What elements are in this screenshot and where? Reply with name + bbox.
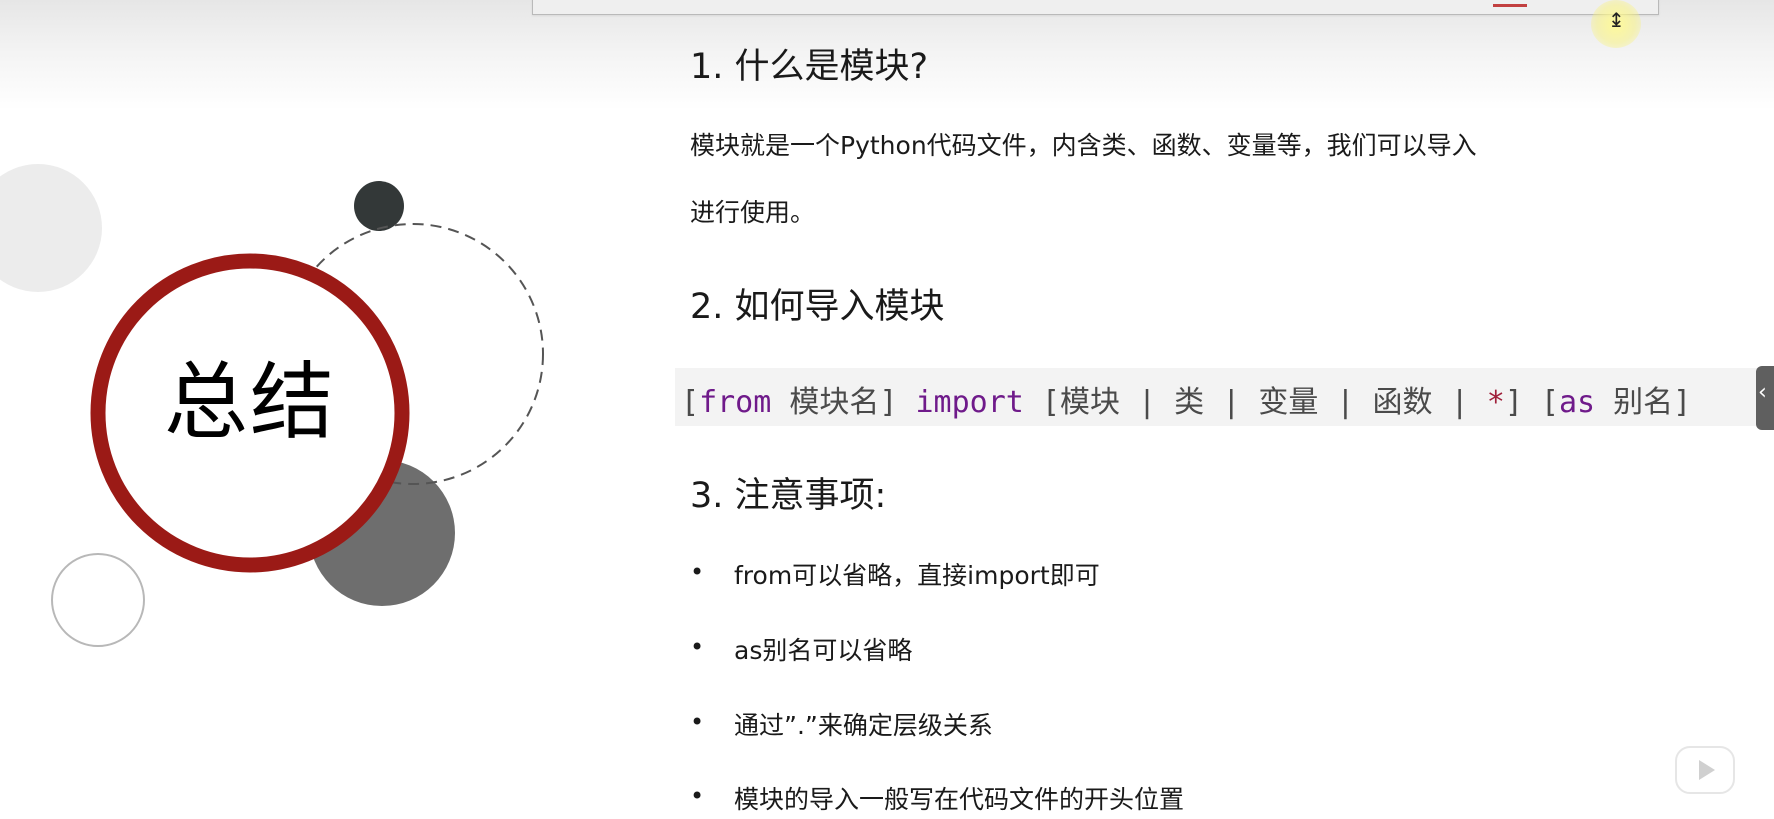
- light-gray-circle: [0, 164, 102, 292]
- outline-circle: [51, 553, 145, 647]
- code-star: *: [1486, 385, 1505, 420]
- bullet: •: [690, 633, 705, 661]
- video-play-icon[interactable]: [1672, 733, 1738, 797]
- code-options-close: ] [: [1504, 385, 1559, 420]
- note-text: 模块的导入一般写在代码文件的开头位置: [734, 785, 1185, 814]
- dark-dot: [354, 181, 404, 231]
- code-keyword-import: import: [915, 385, 1024, 420]
- chevron-left-icon[interactable]: ‹: [1758, 382, 1767, 404]
- bullet: •: [690, 708, 705, 736]
- code-bracket-open: [: [681, 385, 700, 420]
- code-keyword-as: as: [1559, 385, 1596, 420]
- bullet: •: [690, 782, 705, 810]
- heading-how-to-import: 2. 如何导入模块: [690, 287, 945, 327]
- code-alias: 别名]: [1595, 385, 1692, 420]
- slide-page: ↨ 总结 1. 什么是模块? 模块就是一个Python代码文件，内含类、函数、变…: [0, 0, 1774, 819]
- note-text: from可以省略，直接import即可: [734, 561, 1100, 590]
- code-module-name: 模块名]: [771, 385, 916, 420]
- content-area: 1. 什么是模块? 模块就是一个Python代码文件，内含类、函数、变量等，我们…: [675, 0, 1774, 819]
- note-text: as别名可以省略: [734, 636, 913, 665]
- code-keyword-from: from: [699, 385, 772, 420]
- heading-what-is-module: 1. 什么是模块?: [690, 47, 929, 87]
- import-syntax-code-block: [from 模块名] import [模块 | 类 | 变量 | 函数 | *]…: [675, 368, 1774, 426]
- bullet: •: [690, 558, 705, 586]
- module-definition-line1: 模块就是一个Python代码文件，内含类、函数、变量等，我们可以导入: [690, 131, 1477, 160]
- code-import-options: [模块 | 类 | 变量 | 函数 |: [1023, 385, 1487, 420]
- note-text: 通过”.”来确定层级关系: [734, 711, 993, 740]
- module-definition-line2: 进行使用。: [690, 198, 816, 227]
- summary-title: 总结: [163, 353, 336, 451]
- heading-notes: 3. 注意事项:: [690, 476, 887, 516]
- import-syntax-line: [from 模块名] import [模块 | 类 | 变量 | 函数 | *]…: [681, 377, 1691, 421]
